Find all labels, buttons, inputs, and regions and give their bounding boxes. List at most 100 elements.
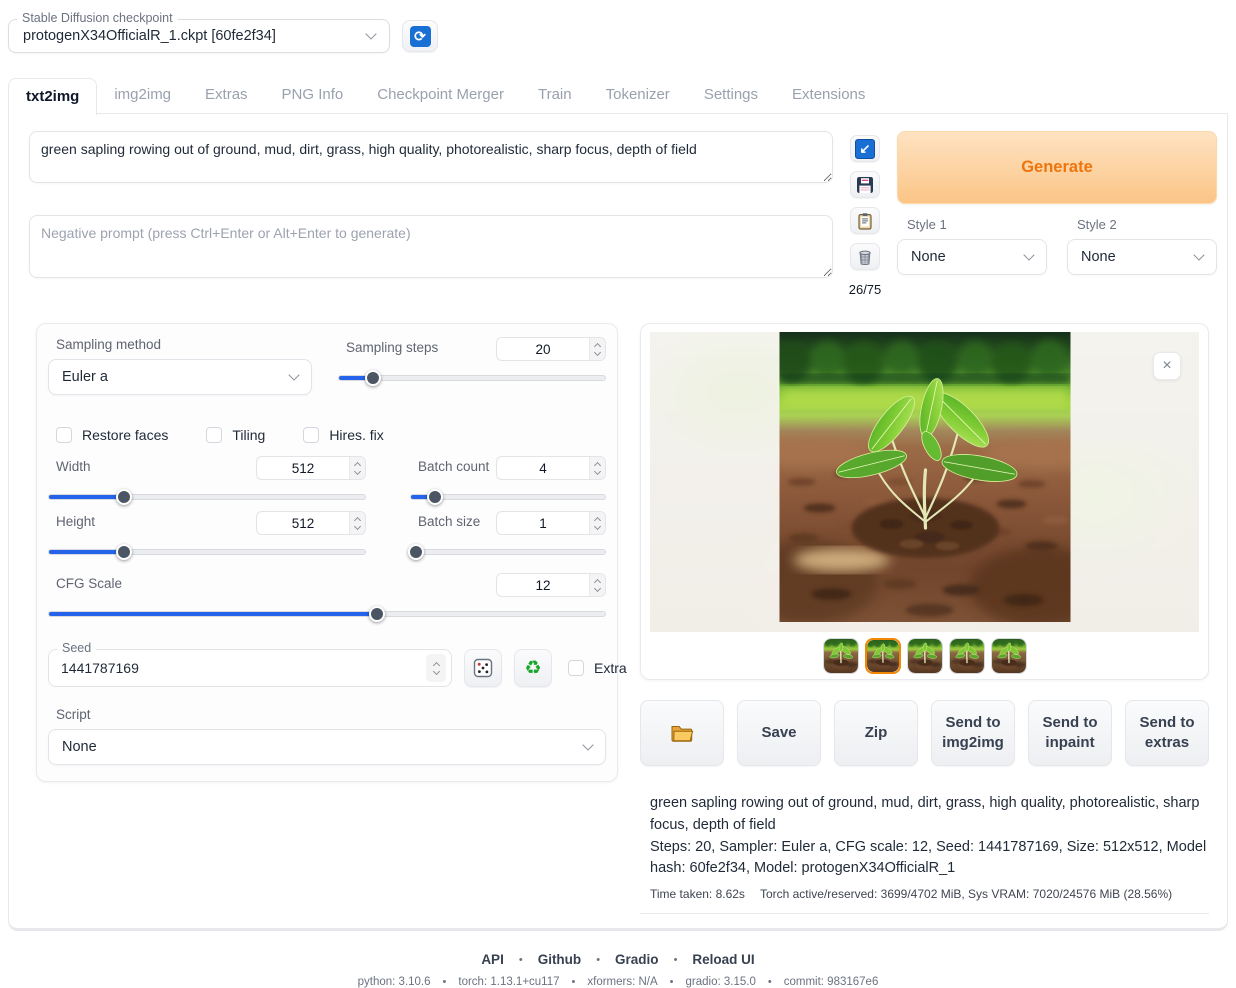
cfg-scale-input[interactable]: 12 — [496, 573, 606, 597]
width-slider[interactable] — [48, 488, 366, 505]
tab-img2img[interactable]: img2img — [97, 77, 188, 113]
txt2img-panel: green sapling rowing out of ground, mud,… — [8, 114, 1228, 931]
checkbox-icon — [303, 427, 319, 443]
sampling-row: Sampling method Euler a Sampling steps 2… — [48, 337, 606, 395]
restore-faces-checkbox[interactable]: Restore faces — [56, 427, 168, 443]
tab-train[interactable]: Train — [521, 77, 589, 113]
hires-fix-checkbox[interactable]: Hires. fix — [303, 427, 383, 443]
style1-dropdown[interactable]: None — [897, 239, 1047, 275]
stepper-icon[interactable] — [349, 457, 365, 479]
tiling-checkbox[interactable]: Tiling — [206, 427, 265, 443]
generate-button[interactable]: Generate — [897, 131, 1217, 204]
batch-count-input[interactable]: 4 — [496, 456, 606, 480]
batch-count-slider[interactable] — [410, 488, 606, 505]
slider-handle[interactable] — [427, 489, 443, 505]
random-seed-button[interactable] — [464, 649, 502, 687]
batch-size-label: Batch size — [418, 514, 480, 529]
tab-tokenizer[interactable]: Tokenizer — [589, 77, 687, 113]
prompt-column: green sapling rowing out of ground, mud,… — [29, 131, 833, 297]
prompt-input[interactable]: green sapling rowing out of ground, mud,… — [29, 131, 833, 183]
height-group: Height 512 — [48, 511, 366, 560]
height-slider[interactable] — [48, 543, 366, 560]
github-link[interactable]: Github — [538, 952, 582, 967]
sampling-steps-input[interactable]: 20 — [496, 337, 606, 361]
script-value: None — [62, 739, 97, 755]
sampling-method-dropdown[interactable]: Euler a — [48, 359, 312, 395]
stepper-icon[interactable] — [426, 654, 446, 682]
cfg-scale-label: CFG Scale — [56, 576, 122, 591]
slider-handle[interactable] — [408, 544, 424, 560]
checkpoint-dropdown[interactable]: Stable Diffusion checkpoint protogenX34O… — [8, 19, 390, 53]
stepper-icon[interactable] — [589, 512, 605, 534]
reload-ui-link[interactable]: Reload UI — [692, 952, 754, 967]
thumbnail-strip — [641, 638, 1208, 674]
style2-dropdown[interactable]: None — [1067, 239, 1217, 275]
tab-png-info[interactable]: PNG Info — [265, 77, 361, 113]
recycle-icon: ♻ — [524, 659, 541, 678]
tab-checkpoint-merger[interactable]: Checkpoint Merger — [360, 77, 521, 113]
thumbnail-3[interactable] — [907, 638, 943, 674]
checkpoint-label: Stable Diffusion checkpoint — [17, 11, 178, 25]
cfg-scale-group: CFG Scale 12 — [48, 573, 606, 622]
send-to-extras-button[interactable]: Send to extras — [1125, 700, 1209, 766]
arrow-down-left-icon: ↙ — [855, 139, 875, 159]
gradio-link[interactable]: Gradio — [615, 952, 659, 967]
apply-style-button[interactable] — [850, 207, 880, 234]
generate-column: Generate Style 1 None Style 2 None — [897, 131, 1217, 297]
tab-txt2img[interactable]: txt2img — [8, 78, 97, 115]
checkbox-icon — [56, 427, 72, 443]
paste-generation-params-button[interactable]: ↙ — [850, 135, 880, 162]
close-gallery-button[interactable]: × — [1153, 352, 1181, 380]
negative-prompt-input[interactable] — [29, 215, 833, 278]
slider-handle[interactable] — [116, 544, 132, 560]
chevron-down-icon — [1023, 249, 1034, 260]
api-link[interactable]: API — [481, 952, 504, 967]
result-gallery: × — [640, 323, 1209, 680]
stepper-icon[interactable] — [349, 512, 365, 534]
clipboard-icon — [856, 212, 874, 230]
footer: API • Github • Gradio • Reload UI python… — [8, 952, 1228, 988]
tab-settings[interactable]: Settings — [687, 77, 775, 113]
refresh-checkpoints-button[interactable]: ⟳ — [402, 20, 438, 52]
clear-prompt-button[interactable] — [850, 243, 880, 270]
script-dropdown[interactable]: None — [48, 729, 606, 765]
style1-group: Style 1 None — [897, 217, 1047, 275]
script-label: Script — [56, 707, 606, 722]
token-counter: 26/75 — [849, 282, 882, 297]
width-input[interactable]: 512 — [256, 456, 366, 480]
zip-button[interactable]: Zip — [834, 700, 918, 766]
stepper-icon[interactable] — [589, 574, 605, 596]
thumbnail-5[interactable] — [991, 638, 1027, 674]
batch-size-slider[interactable] — [410, 543, 606, 560]
tab-extras[interactable]: Extras — [188, 77, 265, 113]
slider-handle[interactable] — [369, 606, 385, 622]
stepper-icon[interactable] — [589, 457, 605, 479]
stepper-icon[interactable] — [589, 338, 605, 360]
generated-image[interactable] — [779, 332, 1070, 622]
open-folder-button[interactable] — [640, 700, 724, 766]
thumbnail-2-selected[interactable] — [865, 638, 901, 674]
save-style-button[interactable] — [850, 171, 880, 198]
send-to-img2img-button[interactable]: Send to img2img — [931, 700, 1015, 766]
extra-seed-checkbox[interactable]: Extra — [568, 660, 627, 676]
slider-handle[interactable] — [365, 370, 381, 386]
thumbnail-4[interactable] — [949, 638, 985, 674]
seed-input[interactable]: Seed 1441787169 — [48, 649, 452, 687]
sampling-steps-slider[interactable] — [338, 369, 606, 386]
send-to-inpaint-button[interactable]: Send to inpaint — [1028, 700, 1112, 766]
seed-label: Seed — [57, 641, 96, 655]
time-taken: Time taken: 8.62s — [650, 885, 745, 903]
save-button[interactable]: Save — [737, 700, 821, 766]
tab-extensions[interactable]: Extensions — [775, 77, 882, 113]
cfg-scale-slider[interactable] — [48, 605, 606, 622]
app-root: Stable Diffusion checkpoint protogenX34O… — [0, 0, 1236, 988]
sampling-steps-label: Sampling steps — [346, 340, 438, 355]
batch-size-input[interactable]: 1 — [496, 511, 606, 535]
height-input[interactable]: 512 — [256, 511, 366, 535]
slider-handle[interactable] — [116, 489, 132, 505]
thumbnail-1[interactable] — [823, 638, 859, 674]
reuse-seed-button[interactable]: ♻ — [514, 649, 552, 687]
settings-panel: Sampling method Euler a Sampling steps 2… — [36, 323, 618, 782]
output-actions: Save Zip Send to img2img Send to inpaint… — [640, 700, 1209, 766]
generation-info: green sapling rowing out of ground, mud,… — [640, 793, 1209, 914]
